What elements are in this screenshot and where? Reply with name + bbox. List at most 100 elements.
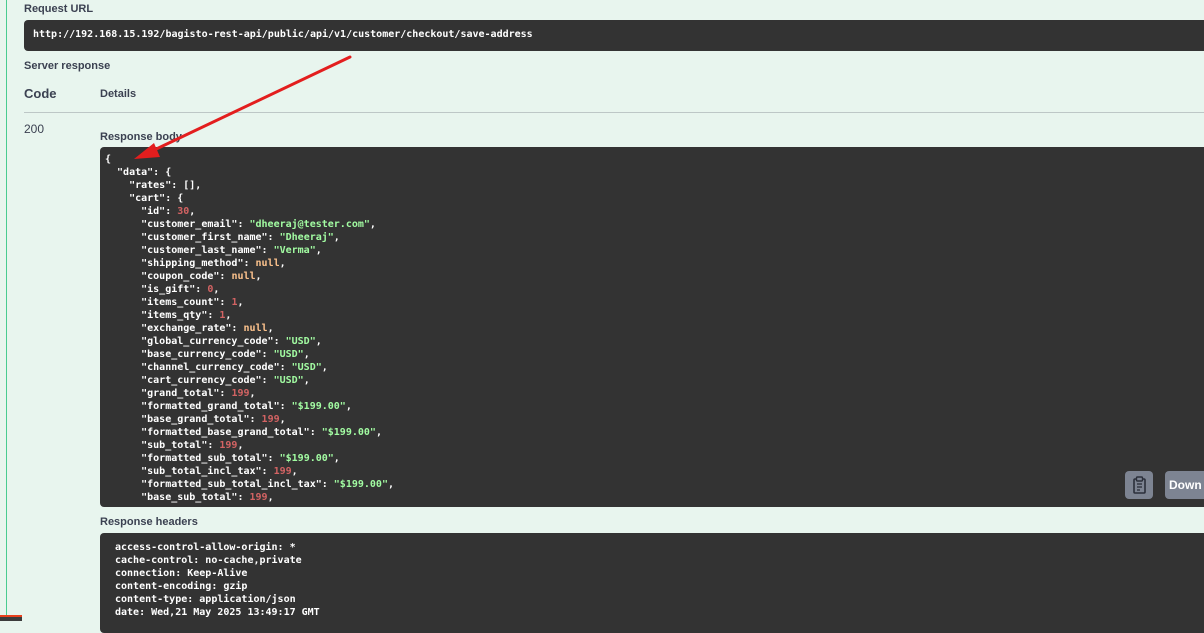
json-token: "is_gift": (105, 284, 208, 295)
table-divider (24, 112, 1204, 113)
json-token: "coupon_code": (105, 271, 232, 282)
json-token: , (321, 362, 328, 373)
response-body-line: "formatted_sub_total_incl_tax": "$199.00… (105, 478, 1204, 491)
json-token: , (279, 414, 286, 425)
request-url-label: Request URL (24, 3, 94, 15)
response-body-line: "customer_email": "dheeraj@tester.com", (105, 218, 1204, 231)
json-token: , (249, 388, 256, 399)
json-token: , (315, 245, 322, 256)
response-body-line: "data": { (105, 166, 1204, 179)
json-token: , (237, 297, 244, 308)
copy-to-clipboard-button[interactable] (1125, 471, 1153, 499)
json-token: "formatted_sub_total": (105, 453, 280, 464)
response-body-line: "customer_first_name": "Dheeraj", (105, 231, 1204, 244)
section-left-border (6, 0, 7, 621)
json-token: "data": { (105, 167, 172, 178)
response-body-line: "cart": { (105, 192, 1204, 205)
response-body-line: "sub_total_incl_tax": 199, (105, 465, 1204, 478)
json-token: "USD" (291, 362, 322, 373)
json-token: "formatted_grand_total": (105, 401, 292, 412)
json-token: , (333, 232, 340, 243)
json-token: { (105, 154, 112, 165)
response-body-line: "is_gift": 0, (105, 283, 1204, 296)
json-token: , (189, 206, 196, 217)
json-token: null (243, 323, 268, 334)
response-body-line: "grand_total": 199, (105, 387, 1204, 400)
download-button[interactable]: Down (1165, 471, 1204, 499)
json-token: , (375, 427, 382, 438)
json-token: , (303, 349, 310, 360)
json-token: , (237, 440, 244, 451)
json-token: "$199.00" (333, 479, 388, 490)
json-token: , (345, 401, 352, 412)
json-token: "channel_currency_code": (105, 362, 292, 373)
json-token: , (267, 492, 274, 503)
response-body-line: "id": 30, (105, 205, 1204, 218)
json-token: , (333, 453, 340, 464)
response-body-line: "items_qty": 1, (105, 309, 1204, 322)
response-body-line: "coupon_code": null, (105, 270, 1204, 283)
response-body-line: "rates": [], (105, 179, 1204, 192)
json-token: , (303, 375, 310, 386)
response-body-line: "sub_total": 199, (105, 439, 1204, 452)
json-token: "$199.00" (291, 401, 346, 412)
json-token: , (225, 310, 232, 321)
json-token: "sub_total_incl_tax": (105, 466, 274, 477)
response-header-line: content-encoding: gzip (115, 581, 248, 592)
response-body-line: "formatted_sub_total": "$199.00", (105, 452, 1204, 465)
response-status-code: 200 (24, 122, 45, 136)
json-token: "Verma" (273, 245, 316, 256)
json-token: "rates": [], (105, 180, 202, 191)
json-token: "formatted_base_grand_total": (105, 427, 322, 438)
json-token: , (387, 479, 394, 490)
clipboard-icon (1133, 476, 1146, 494)
response-body-code[interactable]: { "data": { "rates": [], "cart": { "id":… (100, 147, 1204, 507)
response-body-line: { (105, 153, 1204, 166)
json-token: "items_qty": (105, 310, 220, 321)
json-token: 199 (219, 440, 238, 451)
json-token: 30 (177, 206, 190, 217)
json-token: "$199.00" (321, 427, 376, 438)
response-body-line: "shipping_method": null, (105, 257, 1204, 270)
json-token: , (255, 271, 262, 282)
json-token: null (231, 271, 256, 282)
json-token: "id": (105, 206, 178, 217)
response-header-line: cache-control: no-cache,private (115, 555, 302, 566)
response-header-line: date: Wed,21 May 2025 13:49:17 GMT (115, 607, 320, 618)
json-token: , (279, 258, 286, 269)
json-token: "dheeraj@tester.com" (249, 219, 370, 230)
response-body-line: "exchange_rate": null, (105, 322, 1204, 335)
json-token: "shipping_method": (105, 258, 256, 269)
json-token: "USD" (285, 336, 316, 347)
response-body-line: "cart_currency_code": "USD", (105, 374, 1204, 387)
response-header-line: connection: Keep-Alive (115, 568, 248, 579)
request-url-value[interactable]: http://192.168.15.192/bagisto-rest-api/p… (24, 20, 1204, 51)
response-body-line: "customer_last_name": "Verma", (105, 244, 1204, 257)
json-token: null (255, 258, 280, 269)
server-response-label: Server response (24, 60, 111, 72)
json-token: "cart_currency_code": (105, 375, 274, 386)
json-token: "base_currency_code": (105, 349, 274, 360)
response-body-line: "items_count": 1, (105, 296, 1204, 309)
code-column-header: Code (24, 86, 57, 101)
response-header-line: content-type: application/json (115, 594, 296, 605)
json-token: , (213, 284, 220, 295)
json-token: , (291, 466, 298, 477)
response-body-line: "global_currency_code": "USD", (105, 335, 1204, 348)
response-body-label: Response body (100, 131, 182, 143)
json-token: , (267, 323, 274, 334)
json-token: 199 (231, 388, 250, 399)
json-token: "$199.00" (279, 453, 334, 464)
response-body-line: "formatted_grand_total": "$199.00", (105, 400, 1204, 413)
details-column-header: Details (100, 88, 137, 100)
response-headers-label: Response headers (100, 516, 198, 528)
json-token: "USD" (273, 349, 304, 360)
json-token: "grand_total": (105, 388, 232, 399)
response-headers-code[interactable]: access-control-allow-origin: * cache-cont… (100, 533, 1204, 633)
response-body-line: "channel_currency_code": "USD", (105, 361, 1204, 374)
json-token: 199 (273, 466, 292, 477)
response-body-line: "base_currency_code": "USD", (105, 348, 1204, 361)
json-token: "exchange_rate": (105, 323, 244, 334)
json-token: "customer_first_name": (105, 232, 280, 243)
json-token: "customer_last_name": (105, 245, 274, 256)
